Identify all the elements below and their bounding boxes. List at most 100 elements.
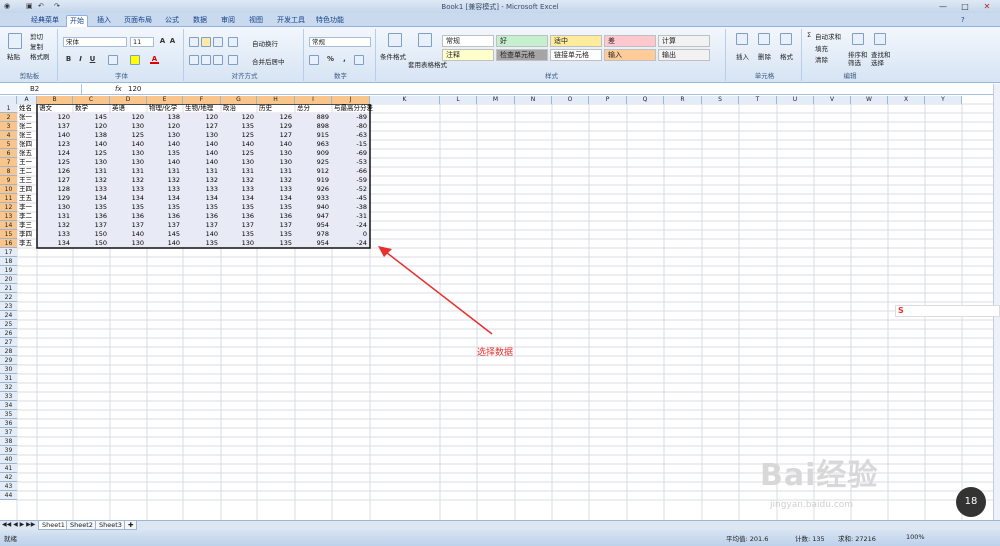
table-cell[interactable]: 120 bbox=[147, 122, 180, 130]
table-cell[interactable]: 133 bbox=[110, 185, 144, 193]
table-cell[interactable]: 135 bbox=[221, 203, 254, 211]
table-cell[interactable]: 140 bbox=[147, 158, 180, 166]
table-cell[interactable]: 125 bbox=[221, 131, 254, 139]
table-cell[interactable]: 134 bbox=[37, 239, 70, 247]
table-cell[interactable]: 140 bbox=[183, 149, 218, 157]
column-header[interactable]: V bbox=[814, 96, 851, 104]
row-header[interactable]: 29 bbox=[0, 356, 17, 365]
table-cell[interactable]: 134 bbox=[73, 194, 107, 202]
table-cell[interactable]: 135 bbox=[147, 149, 180, 157]
table-cell[interactable]: -69 bbox=[332, 149, 367, 157]
table-cell[interactable]: 张三 bbox=[19, 131, 32, 139]
table-cell[interactable]: 123 bbox=[37, 140, 70, 148]
table-cell[interactable]: 0 bbox=[332, 230, 367, 238]
column-header[interactable]: I bbox=[295, 96, 332, 104]
table-cell[interactable]: 140 bbox=[147, 140, 180, 148]
table-cell[interactable]: 130 bbox=[183, 131, 218, 139]
table-cell[interactable]: 150 bbox=[73, 230, 107, 238]
table-cell[interactable]: 898 bbox=[295, 122, 329, 130]
table-cell[interactable]: 130 bbox=[73, 158, 107, 166]
table-cell[interactable]: -63 bbox=[332, 131, 367, 139]
insert-cells-button[interactable]: 插入 bbox=[736, 51, 749, 61]
table-cell[interactable]: 136 bbox=[73, 212, 107, 220]
cell-style-7[interactable]: 链接单元格 bbox=[550, 49, 602, 61]
table-cell[interactable]: 130 bbox=[257, 158, 292, 166]
table-cell[interactable]: 925 bbox=[295, 158, 329, 166]
table-cell[interactable]: 150 bbox=[73, 239, 107, 247]
table-cell[interactable]: 132 bbox=[73, 176, 107, 184]
cell-style-4[interactable]: 计算 bbox=[658, 35, 710, 47]
table-cell[interactable]: 133 bbox=[73, 185, 107, 193]
table-cell[interactable]: 131 bbox=[183, 167, 218, 175]
table-cell[interactable]: 132 bbox=[183, 176, 218, 184]
underline-button[interactable]: U bbox=[88, 55, 97, 64]
orientation-icon[interactable] bbox=[228, 37, 238, 47]
sigma-icon[interactable]: Σ bbox=[807, 31, 811, 39]
table-cell[interactable]: 140 bbox=[183, 140, 218, 148]
row-header[interactable]: 30 bbox=[0, 365, 17, 374]
border-icon[interactable] bbox=[108, 55, 118, 65]
table-cell[interactable]: 135 bbox=[257, 203, 292, 211]
table-cell[interactable]: 133 bbox=[147, 185, 180, 193]
table-cell[interactable]: 131 bbox=[257, 167, 292, 175]
row-header[interactable]: 18 bbox=[0, 257, 17, 266]
table-cell[interactable]: 963 bbox=[295, 140, 329, 148]
select-all-corner[interactable] bbox=[0, 96, 17, 104]
table-cell[interactable]: 王二 bbox=[19, 167, 32, 175]
column-header[interactable]: K bbox=[370, 96, 440, 104]
font-color-icon[interactable]: A bbox=[150, 55, 159, 64]
table-cell[interactable]: 134 bbox=[257, 194, 292, 202]
table-cell[interactable]: 134 bbox=[110, 194, 144, 202]
tab-review[interactable]: 审阅 bbox=[218, 15, 238, 27]
table-format-icon[interactable] bbox=[418, 33, 432, 47]
column-header[interactable]: F bbox=[183, 96, 221, 104]
column-header[interactable]: G bbox=[221, 96, 257, 104]
table-cell[interactable]: 137 bbox=[73, 221, 107, 229]
table-cell[interactable]: 889 bbox=[295, 113, 329, 121]
table-cell[interactable]: 124 bbox=[37, 149, 70, 157]
row-header[interactable]: 31 bbox=[0, 374, 17, 383]
help-icon[interactable]: ? bbox=[958, 15, 968, 27]
formula-input[interactable]: 120 bbox=[128, 84, 141, 94]
table-cell[interactable]: 134 bbox=[147, 194, 180, 202]
table-cell[interactable]: 李三 bbox=[19, 221, 32, 229]
comma-style-icon[interactable]: , bbox=[340, 55, 349, 64]
table-cell[interactable]: -24 bbox=[332, 239, 367, 247]
table-cell[interactable]: 130 bbox=[110, 149, 144, 157]
row-header[interactable]: 27 bbox=[0, 338, 17, 347]
table-cell[interactable]: 128 bbox=[37, 185, 70, 193]
column-header[interactable]: R bbox=[664, 96, 702, 104]
row-header[interactable]: 13 bbox=[0, 212, 17, 221]
row-header[interactable]: 2 bbox=[0, 113, 17, 122]
zoom-level[interactable]: 100% bbox=[906, 533, 925, 541]
row-header[interactable]: 19 bbox=[0, 266, 17, 275]
table-cell[interactable]: 张四 bbox=[19, 140, 32, 148]
column-header[interactable]: U bbox=[777, 96, 814, 104]
row-header[interactable]: 33 bbox=[0, 392, 17, 401]
column-header[interactable]: L bbox=[440, 96, 477, 104]
table-cell[interactable]: -31 bbox=[332, 212, 367, 220]
table-cell[interactable]: 129 bbox=[37, 194, 70, 202]
table-cell[interactable]: -38 bbox=[332, 203, 367, 211]
row-header[interactable]: 37 bbox=[0, 428, 17, 437]
row-header[interactable]: 39 bbox=[0, 446, 17, 455]
table-cell[interactable]: -66 bbox=[332, 167, 367, 175]
table-cell[interactable]: 125 bbox=[221, 149, 254, 157]
row-header[interactable]: 1 bbox=[0, 104, 17, 113]
row-header[interactable]: 9 bbox=[0, 176, 17, 185]
table-cell[interactable]: 912 bbox=[295, 167, 329, 175]
table-cell[interactable]: 126 bbox=[37, 167, 70, 175]
cell-style-1[interactable]: 好 bbox=[496, 35, 548, 47]
table-cell[interactable]: 125 bbox=[110, 131, 144, 139]
shrink-font-icon[interactable]: A bbox=[168, 37, 177, 46]
table-cell[interactable]: 131 bbox=[147, 167, 180, 175]
header-cell[interactable]: 政治 bbox=[223, 104, 236, 112]
table-cell[interactable]: 李五 bbox=[19, 239, 32, 247]
table-cell[interactable]: 132 bbox=[110, 176, 144, 184]
table-cell[interactable]: 978 bbox=[295, 230, 329, 238]
align-center-icon[interactable] bbox=[201, 55, 211, 65]
sheet-tab-2[interactable]: Sheet2 bbox=[66, 521, 97, 530]
table-cell[interactable]: 张五 bbox=[19, 149, 32, 157]
table-cell[interactable]: 135 bbox=[221, 122, 254, 130]
table-cell[interactable]: -80 bbox=[332, 122, 367, 130]
